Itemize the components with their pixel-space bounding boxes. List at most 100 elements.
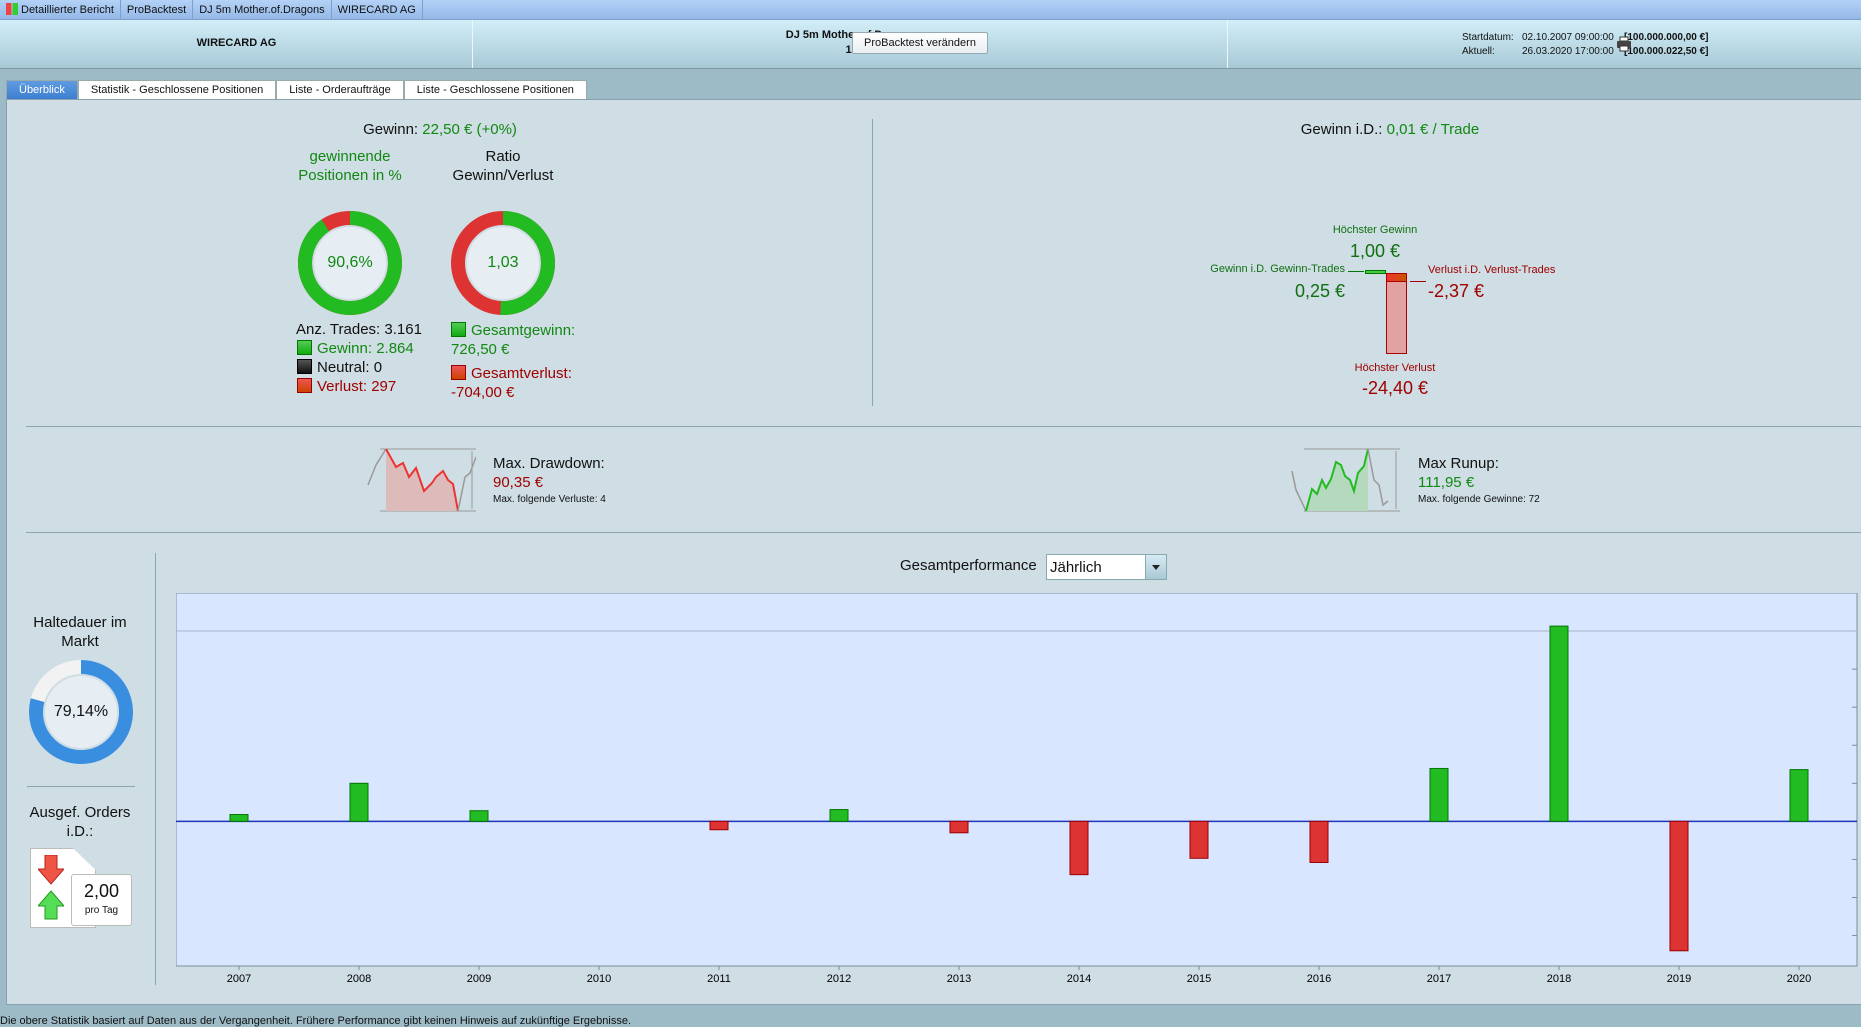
avg-gain-value: 0,25 € (1294, 281, 1345, 301)
current-date: 26.03.2020 17:00:00 (1522, 46, 1614, 57)
drawdown-value: 90,35 € (493, 474, 544, 491)
print-icon[interactable] (1616, 36, 1632, 52)
view-tabs: Überblick Statistik - Geschlossene Posit… (6, 80, 587, 100)
bar-2009 (469, 810, 489, 822)
profit-summary: Gewinn: 22,50 € (+0%) (363, 121, 517, 138)
trade-count: Anz. Trades: 3.161 (296, 321, 422, 338)
divider (155, 553, 156, 985)
tab-list-closed[interactable]: Liste - Geschlossene Positionen (403, 80, 587, 100)
red-legend-icon (297, 378, 312, 393)
x-tick-label: 2010 (587, 973, 611, 985)
period-selected: Jährlich (1050, 559, 1102, 576)
current-value: [100.000.022,50 €] (1624, 46, 1709, 57)
avg-gain-label: Gewinn i.D. Gewinn-Trades (1210, 263, 1345, 275)
arrow-right-icon (1348, 271, 1364, 272)
max-loss-label: Höchster Verlust (1354, 362, 1436, 374)
black-legend-icon (297, 359, 312, 374)
orders-unit: pro Tag (84, 905, 119, 916)
x-tick-label: 2014 (1067, 973, 1091, 985)
candlestick-icon (6, 2, 18, 15)
holding-label: Haltedauer im Markt (33, 614, 127, 650)
total-gain: Gesamtgewinn: 726,50 € (451, 322, 576, 358)
x-tick-label: 2009 (467, 973, 491, 985)
runup-sub: Max. folgende Gewinne: 72 (1418, 494, 1540, 505)
arrow-left-icon (1410, 281, 1426, 282)
win-percentage-value: 90,6% (327, 254, 373, 271)
tab-detailed-report[interactable]: Detaillierter Bericht (0, 0, 121, 20)
holding-value: 79,14% (53, 703, 109, 720)
win-count: Gewinn: 2.864 (297, 340, 414, 357)
x-tick-label: 2013 (947, 973, 971, 985)
start-value: [100.000.000,00 €] (1624, 32, 1709, 43)
change-probacktest-button[interactable]: ProBacktest verändern (852, 32, 988, 54)
tab-overview[interactable]: Überblick (6, 80, 78, 100)
bar-2007 (229, 814, 249, 822)
bar-2008 (349, 782, 369, 822)
start-label: Startdatum: (1462, 32, 1514, 43)
green-legend-icon (297, 340, 312, 355)
avg-gain-bar (1365, 270, 1386, 274)
max-gain-value: 1,00 € (1349, 241, 1401, 261)
bar-2011 (709, 820, 729, 831)
tab-orders[interactable]: Liste - Orderaufträge (276, 80, 404, 100)
divider (26, 426, 1861, 427)
bar-2017 (1429, 767, 1449, 822)
performance-chart: 2007 2008 2009 2010 2011 2012 2013 2014 2015 2016… (176, 593, 1858, 985)
ratio-value: 1,03 (487, 254, 519, 271)
orders-value: 2,00 (83, 881, 120, 901)
tab-system[interactable]: DJ 5m Mother.of.Dragons (193, 0, 332, 20)
x-tick-label: 2019 (1667, 973, 1691, 985)
buy-arrow-icon (38, 890, 64, 920)
avg-loss-value: -2,37 € (1428, 281, 1485, 301)
ratio-title: Ratio Gewinn/Verlust (452, 148, 554, 184)
neutral-count: Neutral: 0 (297, 359, 382, 376)
runup-label: Max Runup: (1418, 455, 1499, 472)
plot-area (176, 593, 1858, 967)
divider (872, 119, 873, 406)
sell-arrow-icon (38, 855, 64, 885)
tab-probacktest[interactable]: ProBacktest (121, 0, 194, 20)
report-tab-bar: Detaillierter Bericht ProBacktest DJ 5m … (0, 0, 1861, 20)
bar-2016 (1309, 820, 1329, 863)
x-tick-label: 2018 (1547, 973, 1571, 985)
bar-2015 (1189, 820, 1209, 859)
chevron-down-icon (1145, 555, 1166, 579)
performance-label: Gesamtperformance (900, 557, 1037, 574)
bar-2014 (1069, 820, 1089, 876)
loss-count: Verlust: 297 (297, 378, 396, 395)
max-gain-label: Höchster Gewinn (1332, 224, 1418, 236)
max-loss-bar (1386, 273, 1407, 354)
red-legend-icon (451, 365, 466, 380)
bar-2018 (1549, 625, 1569, 822)
tab-stats-closed[interactable]: Statistik - Geschlossene Positionen (77, 80, 277, 100)
start-date: 02.10.2007 09:00:00 (1522, 32, 1614, 43)
bar-2013 (949, 820, 969, 834)
runup-value: 111,95 € (1418, 474, 1475, 491)
bar-2020 (1789, 769, 1809, 822)
instrument-name: WIRECARD AG (196, 37, 277, 49)
disclaimer: Die obere Statistik basiert auf Daten au… (0, 1015, 632, 1027)
divider (26, 532, 1861, 533)
runup-sparkline-icon (1291, 448, 1400, 512)
x-tick-label: 2012 (827, 973, 851, 985)
drawdown-sub: Max. folgende Verluste: 4 (493, 494, 606, 505)
avg-loss-label: Verlust i.D. Verlust-Trades (1428, 264, 1556, 276)
orders-label: Ausgef. Orders i.D.: (29, 804, 131, 840)
bar-2012 (829, 809, 849, 822)
x-tick-label: 2017 (1427, 973, 1451, 985)
x-tick-label: 2020 (1787, 973, 1811, 985)
divider (27, 786, 135, 787)
avg-loss-bar (1386, 273, 1407, 282)
x-tick-label: 2008 (347, 973, 371, 985)
tab-instrument[interactable]: WIRECARD AG (332, 0, 423, 20)
green-legend-icon (451, 322, 466, 337)
x-tick-label: 2007 (227, 973, 251, 985)
drawdown-sparkline-icon (367, 448, 476, 512)
current-label: Aktuell: (1462, 46, 1495, 57)
x-tick-label: 2011 (707, 973, 731, 985)
drawdown-label: Max. Drawdown: (493, 455, 605, 472)
report-header: WIRECARD AG DJ 5m Mother.of.Dragons 1 St… (0, 20, 1861, 69)
avg-profit-per-trade: Gewinn i.D.: 0,01 € / Trade (1300, 121, 1480, 138)
period-dropdown[interactable]: Jährlich (1046, 554, 1167, 580)
total-loss: Gesamtverlust: -704,00 € (451, 365, 572, 401)
